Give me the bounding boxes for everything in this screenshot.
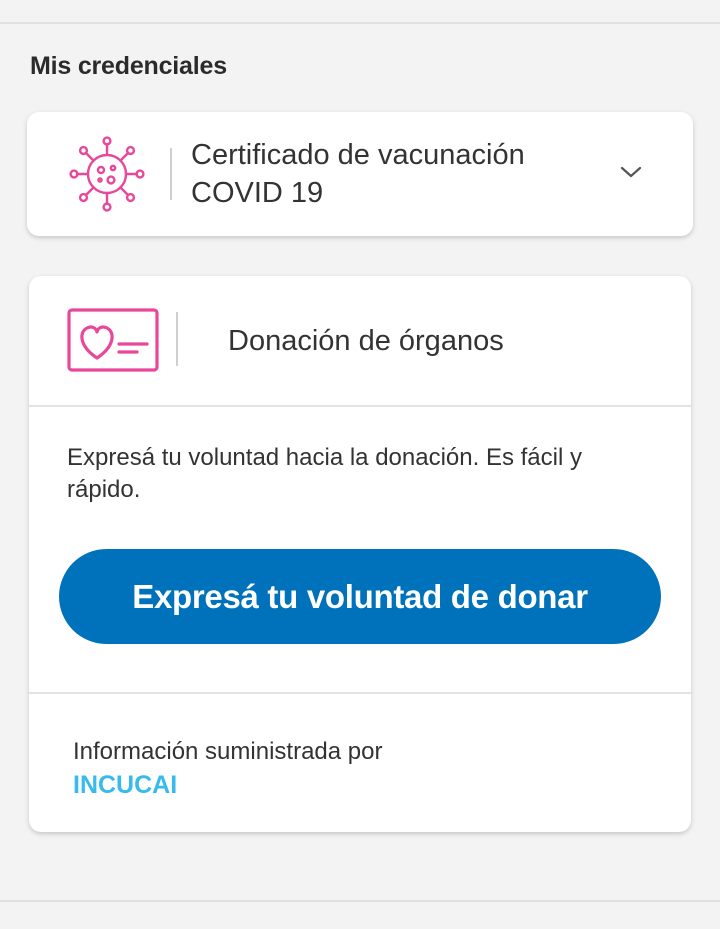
donation-card-header: Donación de órganos [29, 276, 691, 406]
incucai-link[interactable]: INCUCAI [73, 771, 177, 800]
header-divider [29, 405, 691, 407]
heart-card-icon [67, 308, 159, 372]
section-title: Mis credenciales [30, 52, 227, 80]
virus-icon [67, 134, 147, 214]
info-source-label: Información suministrada por [73, 738, 383, 765]
icon-separator [170, 148, 172, 200]
bottom-divider [0, 900, 720, 902]
covid-card-title: Certificado de vacunación COVID 19 [191, 139, 525, 209]
chevron-down-icon[interactable] [619, 160, 643, 184]
icon-separator [176, 312, 178, 366]
covid-certificate-card[interactable]: Certificado de vacunación COVID 19 [27, 112, 693, 236]
express-will-button[interactable]: Expresá tu voluntad de donar [59, 549, 661, 644]
donation-card-title: Donación de órganos [228, 325, 504, 357]
top-divider [0, 22, 720, 24]
donation-description: Expresá tu voluntad hacia la donación. E… [67, 444, 582, 503]
organ-donation-card: Donación de órganos Expresá tu voluntad … [29, 276, 691, 832]
footer-divider [29, 692, 691, 694]
